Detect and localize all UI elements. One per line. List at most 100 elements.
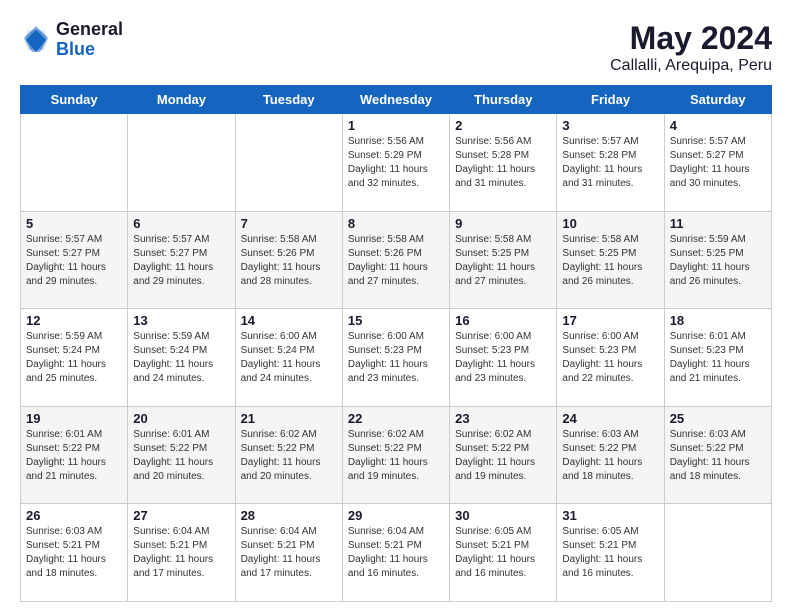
day-info: Sunrise: 5:58 AM Sunset: 5:25 PM Dayligh…	[562, 233, 658, 289]
day-cell: 2Sunrise: 5:56 AM Sunset: 5:28 PM Daylig…	[450, 114, 557, 212]
day-number: 18	[670, 313, 766, 328]
day-number: 1	[348, 118, 444, 133]
header-cell-tuesday: Tuesday	[235, 86, 342, 114]
day-info: Sunrise: 5:58 AM Sunset: 5:25 PM Dayligh…	[455, 233, 551, 289]
day-number: 13	[133, 313, 229, 328]
day-cell: 28 Sunrise: 6:04 AM Sunset: 5:21 PM Dayli…	[235, 504, 342, 602]
day-info: Sunrise: 6:05 AM Sunset: 5:21 PM Dayligh…	[455, 525, 551, 581]
day-number: 11	[670, 216, 766, 231]
day-number: 10	[562, 216, 658, 231]
day-info: Sunrise: 6:01 AM Sunset: 5:22 PM Dayligh…	[26, 428, 122, 484]
day-cell: 22Sunrise: 6:02 AM Sunset: 5:22 PM Dayli…	[342, 406, 449, 504]
day-number: 3	[562, 118, 658, 133]
header-cell-friday: Friday	[557, 86, 664, 114]
day-cell: 27 Sunrise: 6:04 AM Sunset: 5:21 PM Dayli…	[128, 504, 235, 602]
day-number: 6	[133, 216, 229, 231]
day-cell: 31 Sunrise: 6:05 AM Sunset: 5:21 PM Dayli…	[557, 504, 664, 602]
day-info: Sunrise: 6:04 AM Sunset: 5:21 PM Dayligh…	[133, 525, 229, 581]
day-info: Sunrise: 5:58 AM Sunset: 5:26 PM Dayligh…	[348, 233, 444, 289]
day-cell: 11 Sunrise: 5:59 AM Sunset: 5:25 PM Dayli…	[664, 211, 771, 309]
day-cell: 4Sunrise: 5:57 AM Sunset: 5:27 PM Daylig…	[664, 114, 771, 212]
day-number: 24	[562, 411, 658, 426]
header-cell-thursday: Thursday	[450, 86, 557, 114]
day-cell: 24 Sunrise: 6:03 AM Sunset: 5:22 PM Dayli…	[557, 406, 664, 504]
day-number: 4	[670, 118, 766, 133]
day-cell: 3 Sunrise: 5:57 AM Sunset: 5:28 PM Daylig…	[557, 114, 664, 212]
day-cell: 18 Sunrise: 6:01 AM Sunset: 5:23 PM Dayli…	[664, 309, 771, 407]
header-row: SundayMondayTuesdayWednesdayThursdayFrid…	[21, 86, 772, 114]
day-info: Sunrise: 6:03 AM Sunset: 5:21 PM Dayligh…	[26, 525, 122, 581]
day-cell	[21, 114, 128, 212]
day-cell: 30 Sunrise: 6:05 AM Sunset: 5:21 PM Dayli…	[450, 504, 557, 602]
day-cell: 20 Sunrise: 6:01 AM Sunset: 5:22 PM Dayli…	[128, 406, 235, 504]
week-row-2: 5 Sunrise: 5:57 AM Sunset: 5:27 PM Daylig…	[21, 211, 772, 309]
day-number: 28	[241, 508, 337, 523]
day-cell: 6 Sunrise: 5:57 AM Sunset: 5:27 PM Daylig…	[128, 211, 235, 309]
day-cell: 25 Sunrise: 6:03 AM Sunset: 5:22 PM Dayli…	[664, 406, 771, 504]
day-cell: 7Sunrise: 5:58 AM Sunset: 5:26 PM Daylig…	[235, 211, 342, 309]
day-number: 27	[133, 508, 229, 523]
day-number: 7	[241, 216, 337, 231]
day-info: Sunrise: 5:56 AM Sunset: 5:28 PM Dayligh…	[455, 135, 551, 191]
header-cell-wednesday: Wednesday	[342, 86, 449, 114]
day-cell: 14 Sunrise: 6:00 AM Sunset: 5:24 PM Dayli…	[235, 309, 342, 407]
day-cell: 21Sunrise: 6:02 AM Sunset: 5:22 PM Dayli…	[235, 406, 342, 504]
day-info: Sunrise: 5:57 AM Sunset: 5:27 PM Dayligh…	[133, 233, 229, 289]
day-cell: 19 Sunrise: 6:01 AM Sunset: 5:22 PM Dayli…	[21, 406, 128, 504]
day-info: Sunrise: 5:57 AM Sunset: 5:27 PM Dayligh…	[26, 233, 122, 289]
day-number: 30	[455, 508, 551, 523]
day-cell: 10 Sunrise: 5:58 AM Sunset: 5:25 PM Dayli…	[557, 211, 664, 309]
day-info: Sunrise: 5:59 AM Sunset: 5:24 PM Dayligh…	[133, 330, 229, 386]
day-number: 25	[670, 411, 766, 426]
day-cell: 8 Sunrise: 5:58 AM Sunset: 5:26 PM Daylig…	[342, 211, 449, 309]
day-number: 19	[26, 411, 122, 426]
day-cell: 9Sunrise: 5:58 AM Sunset: 5:25 PM Daylig…	[450, 211, 557, 309]
day-info: Sunrise: 6:00 AM Sunset: 5:24 PM Dayligh…	[241, 330, 337, 386]
logo-icon	[20, 24, 52, 56]
day-number: 20	[133, 411, 229, 426]
day-cell: 26 Sunrise: 6:03 AM Sunset: 5:21 PM Dayli…	[21, 504, 128, 602]
week-row-4: 19 Sunrise: 6:01 AM Sunset: 5:22 PM Dayli…	[21, 406, 772, 504]
day-info: Sunrise: 6:03 AM Sunset: 5:22 PM Dayligh…	[562, 428, 658, 484]
day-cell: 5 Sunrise: 5:57 AM Sunset: 5:27 PM Daylig…	[21, 211, 128, 309]
day-cell	[235, 114, 342, 212]
day-info: Sunrise: 5:57 AM Sunset: 5:28 PM Dayligh…	[562, 135, 658, 191]
day-number: 26	[26, 508, 122, 523]
day-info: Sunrise: 5:59 AM Sunset: 5:24 PM Dayligh…	[26, 330, 122, 386]
day-number: 14	[241, 313, 337, 328]
week-row-5: 26 Sunrise: 6:03 AM Sunset: 5:21 PM Dayli…	[21, 504, 772, 602]
day-number: 17	[562, 313, 658, 328]
day-info: Sunrise: 6:02 AM Sunset: 5:22 PM Dayligh…	[455, 428, 551, 484]
day-cell	[128, 114, 235, 212]
day-cell	[664, 504, 771, 602]
day-number: 22	[348, 411, 444, 426]
day-number: 29	[348, 508, 444, 523]
day-number: 5	[26, 216, 122, 231]
calendar-table: SundayMondayTuesdayWednesdayThursdayFrid…	[20, 85, 772, 602]
day-number: 23	[455, 411, 551, 426]
day-info: Sunrise: 5:59 AM Sunset: 5:25 PM Dayligh…	[670, 233, 766, 289]
day-info: Sunrise: 6:05 AM Sunset: 5:21 PM Dayligh…	[562, 525, 658, 581]
day-number: 31	[562, 508, 658, 523]
calendar-title: May 2024	[610, 20, 772, 57]
day-number: 21	[241, 411, 337, 426]
day-info: Sunrise: 6:03 AM Sunset: 5:22 PM Dayligh…	[670, 428, 766, 484]
header-cell-monday: Monday	[128, 86, 235, 114]
day-cell: 17Sunrise: 6:00 AM Sunset: 5:23 PM Dayli…	[557, 309, 664, 407]
day-cell: 13 Sunrise: 5:59 AM Sunset: 5:24 PM Dayli…	[128, 309, 235, 407]
day-info: Sunrise: 6:01 AM Sunset: 5:22 PM Dayligh…	[133, 428, 229, 484]
day-number: 15	[348, 313, 444, 328]
week-row-3: 12 Sunrise: 5:59 AM Sunset: 5:24 PM Dayli…	[21, 309, 772, 407]
day-info: Sunrise: 5:56 AM Sunset: 5:29 PM Dayligh…	[348, 135, 444, 191]
logo-blue-text: Blue	[56, 40, 123, 60]
day-info: Sunrise: 6:04 AM Sunset: 5:21 PM Dayligh…	[241, 525, 337, 581]
page: General Blue May 2024 Callalli, Arequipa…	[0, 0, 792, 612]
header: General Blue May 2024 Callalli, Arequipa…	[20, 20, 772, 75]
day-number: 12	[26, 313, 122, 328]
day-cell: 16Sunrise: 6:00 AM Sunset: 5:23 PM Dayli…	[450, 309, 557, 407]
week-row-1: 1 Sunrise: 5:56 AM Sunset: 5:29 PM Daylig…	[21, 114, 772, 212]
day-number: 8	[348, 216, 444, 231]
day-cell: 15Sunrise: 6:00 AM Sunset: 5:23 PM Dayli…	[342, 309, 449, 407]
day-info: Sunrise: 6:01 AM Sunset: 5:23 PM Dayligh…	[670, 330, 766, 386]
day-info: Sunrise: 6:00 AM Sunset: 5:23 PM Dayligh…	[455, 330, 551, 386]
